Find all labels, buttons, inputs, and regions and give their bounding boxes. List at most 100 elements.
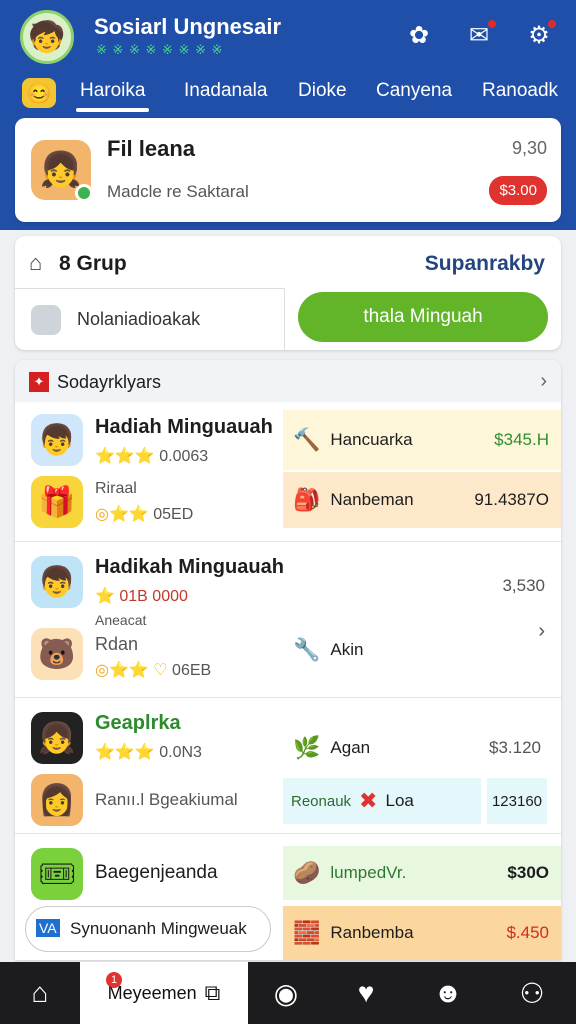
row-rating: ⭐ 01B 0000 bbox=[95, 588, 188, 605]
row-sub-rating: ◎⭐⭐ ♡ 06EB bbox=[95, 662, 212, 679]
reward-cell[interactable]: 🧱 Ranbemba $.450 bbox=[283, 906, 561, 960]
notification-dot bbox=[546, 18, 558, 30]
profile-card[interactable]: 👧 Fil leana Madcle re Saktaral 9,30 $3.0… bbox=[15, 118, 561, 222]
row-title: Hadiah Minguauah bbox=[95, 416, 273, 438]
character-icon[interactable]: ☻ bbox=[408, 962, 488, 1024]
group-title: 8 Grup bbox=[59, 252, 127, 275]
tab-canyena[interactable]: Canyena bbox=[376, 80, 452, 102]
profile-name: Fil leana bbox=[107, 136, 196, 161]
reward-label: Hancuarka bbox=[330, 430, 413, 449]
list-item[interactable]: 🎟 Baegenjeanda VA Synuonanh Mingweuak 🥔 … bbox=[15, 834, 561, 960]
leaf-icon: 🌿 bbox=[293, 735, 321, 760]
list-item[interactable]: 👧 Geaplrka ⭐⭐⭐ 0.0N3 👩 Ranıı.l Bgeakiuma… bbox=[15, 698, 561, 834]
close-icon: ✖ bbox=[359, 788, 378, 813]
reward-label: Loa bbox=[385, 791, 414, 810]
speaker-icon bbox=[31, 305, 61, 335]
reward-cell[interactable]: 🥔 lumpedVr. $30O bbox=[283, 846, 561, 900]
flag-icon: ✦ bbox=[29, 372, 49, 392]
row-pre-subtitle: Aneacat bbox=[95, 612, 147, 628]
row-subtitle: Ranıı.l Bgeakiumal bbox=[95, 790, 238, 809]
row-title: Geaplrka bbox=[95, 712, 181, 734]
app-subtitle: ※ ※ ※ ※ ※ ※ ※ ※ bbox=[96, 42, 224, 57]
row-title: Hadikah Minguauah bbox=[95, 556, 284, 578]
group-card: ⌂ 8 Grup Supanrakby Nolaniadioakak thala… bbox=[15, 236, 561, 350]
tab-bar: Haroika Inadanala Dioke Canyena Ranoadk bbox=[0, 74, 576, 116]
profile-subtitle: Madcle re Saktaral bbox=[107, 182, 249, 201]
tab-dioke[interactable]: Dioke bbox=[298, 80, 347, 102]
row-avatar: 👦 bbox=[31, 556, 83, 608]
row-rating-text: 0.0063 bbox=[159, 448, 209, 465]
row-avatar: 🎟 bbox=[31, 848, 83, 900]
reward-cell[interactable]: 🌿 Agan $3.120 bbox=[293, 722, 553, 774]
reward-amount: 123160 bbox=[491, 792, 543, 810]
chat-icon[interactable]: ✉ bbox=[464, 18, 498, 50]
row-subtitle: Rdan bbox=[95, 634, 139, 654]
list-item[interactable]: 👦 Hadiah Minguauah ⭐⭐⭐ 0.0063 🎁 Riraal ◎… bbox=[15, 402, 561, 542]
reward-amount: 91.4387O bbox=[474, 490, 549, 509]
home-icon[interactable]: ⌂ bbox=[0, 962, 80, 1024]
group-search-field[interactable]: Nolaniadioakak bbox=[15, 288, 285, 350]
rewards-list: ✦ Sodayrklyars › 👦 Hadiah Minguauah ⭐⭐⭐ … bbox=[15, 360, 561, 960]
nav-messages[interactable]: 1 Meyeemen ⧉ bbox=[80, 962, 248, 1024]
reward-amount: $3.120 bbox=[489, 738, 541, 757]
group-link[interactable]: Supanrakby bbox=[425, 252, 545, 276]
row-avatar: 👦 bbox=[31, 414, 83, 466]
row-subtitle: Riraal bbox=[95, 480, 137, 497]
hammer-icon: 🔨 bbox=[293, 427, 321, 452]
reward-pre-label: Reonauk bbox=[291, 792, 352, 810]
reward-label: Akin bbox=[330, 640, 364, 659]
app-title: Sosiarl Ungnesair bbox=[94, 14, 282, 39]
row-value: 3,530 bbox=[502, 576, 545, 595]
row-rating-text: 0.0N3 bbox=[159, 744, 202, 761]
notification-dot bbox=[486, 18, 498, 30]
list-header[interactable]: ✦ Sodayrklyars › bbox=[15, 360, 561, 402]
row-rating-text: 01B 0000 bbox=[119, 588, 188, 605]
reward-amount-cell: 123160 bbox=[487, 778, 547, 824]
input-prefix-icon: VA bbox=[36, 919, 60, 937]
row-sub-rating-text: 06EB bbox=[172, 662, 212, 679]
bag-icon: 🎒 bbox=[293, 487, 321, 512]
list-title: Sodayrklyars bbox=[57, 372, 162, 392]
brick-icon: 🧱 bbox=[293, 920, 321, 945]
row-item-icon: 🎁 bbox=[31, 476, 83, 528]
reward-cell[interactable]: 🔧 Akin bbox=[293, 624, 473, 676]
chevron-right-icon[interactable]: › bbox=[540, 370, 547, 393]
input-value: Synuonanh Mingweuak bbox=[70, 919, 247, 938]
row-item-icon: 🐻 bbox=[31, 628, 83, 680]
reward-label: Agan bbox=[330, 738, 371, 757]
row-title: Baegenjeanda bbox=[95, 862, 218, 883]
reward-cell[interactable]: Reonauk ✖ Loa bbox=[283, 778, 481, 824]
profile-value: 9,30 bbox=[511, 138, 547, 158]
reward-cell[interactable]: 🎒 Nanbeman 91.4387O bbox=[283, 472, 561, 528]
group-action-button[interactable]: thala Minguah bbox=[298, 292, 548, 342]
wrench-icon: 🔧 bbox=[293, 637, 321, 662]
reward-label: lumpedVr. bbox=[330, 863, 407, 882]
user-icon[interactable]: ⚇ bbox=[488, 962, 576, 1024]
row-avatar: 👧 bbox=[31, 712, 83, 764]
reward-amount: $30O bbox=[507, 863, 549, 882]
reward-label: Nanbeman bbox=[330, 490, 414, 509]
row-sub-rating-text: 05ED bbox=[153, 506, 194, 523]
row-item-icon: 👩 bbox=[31, 774, 83, 826]
list-item[interactable]: 👦 Hadikah Minguauah ⭐ 01B 0000 Aneacat 🐻… bbox=[15, 542, 561, 698]
user-avatar[interactable]: 🧒 bbox=[20, 10, 74, 64]
reward-cell[interactable]: 🔨 Hancuarka $345.H bbox=[283, 410, 561, 470]
tab-haroika[interactable]: Haroika bbox=[75, 80, 151, 112]
reward-label: Ranbemba bbox=[330, 923, 414, 942]
heart-icon[interactable]: ♥ bbox=[324, 962, 408, 1024]
group-search-value: Nolaniadioakak bbox=[77, 309, 201, 329]
price-badge[interactable]: $3.00 bbox=[489, 176, 547, 205]
reward-amount: $345.H bbox=[494, 430, 549, 449]
compass-icon[interactable]: ◉ bbox=[248, 962, 324, 1024]
online-status-dot bbox=[75, 184, 93, 202]
chevron-right-icon[interactable]: › bbox=[538, 620, 545, 643]
nav-badge: 1 bbox=[106, 972, 122, 988]
home-icon: ⌂ bbox=[29, 250, 43, 275]
settings-icon[interactable]: ⚙ bbox=[524, 18, 558, 50]
camera-icon: ⧉ bbox=[204, 980, 221, 1005]
message-input[interactable]: VA Synuonanh Mingweuak bbox=[25, 906, 271, 952]
row-rating: ⭐⭐⭐ 0.0N3 bbox=[95, 744, 202, 761]
tab-ranoadk[interactable]: Ranoadk bbox=[482, 80, 558, 102]
tab-inadanala[interactable]: Inadanala bbox=[184, 80, 267, 102]
puzzle-icon[interactable]: ✿ bbox=[404, 20, 434, 50]
